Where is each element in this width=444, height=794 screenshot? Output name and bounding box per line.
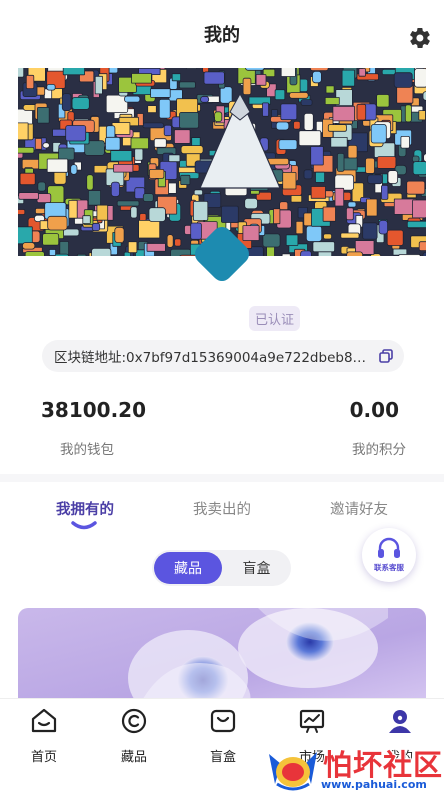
chain-address-text: 区块链地址:0x7bf97d15369004a9e722dbeb88c...	[54, 350, 370, 366]
customer-service-button[interactable]: 联系客服	[362, 528, 416, 582]
nav-home[interactable]: 首页	[14, 707, 74, 767]
copy-icon[interactable]	[378, 348, 394, 364]
watermark-url: www.pahuai.com	[321, 778, 427, 791]
customer-service-label: 联系客服	[374, 563, 404, 572]
wallet-balance[interactable]: 38100.20	[41, 398, 146, 422]
segment-blind-box[interactable]: 盲盒	[224, 552, 289, 584]
nav-blind-box-label: 盲盒	[209, 750, 236, 765]
section-divider	[0, 474, 444, 482]
nav-home-label: 首页	[30, 750, 57, 765]
trend-chart-icon	[299, 709, 325, 733]
watermark-logo-icon	[269, 752, 317, 791]
nav-collectibles-label: 藏品	[120, 750, 147, 765]
item-type-switch: 藏品 盲盒	[152, 550, 291, 586]
home-icon	[31, 708, 57, 733]
nav-collectibles[interactable]: 藏品	[104, 707, 164, 767]
segment-collectibles[interactable]: 藏品	[154, 552, 222, 584]
verified-badge: 已认证	[249, 306, 301, 331]
user-icon	[389, 710, 411, 733]
active-tab-indicator	[71, 521, 97, 530]
top-bar: 我的	[0, 0, 444, 68]
nav-blind-box[interactable]: 盲盒	[193, 707, 253, 767]
tab-owned[interactable]: 我拥有的	[56, 498, 114, 519]
page-title: 我的	[204, 25, 240, 46]
headset-icon	[378, 537, 400, 558]
collectible-image	[18, 608, 426, 708]
avatar[interactable]	[186, 218, 258, 290]
copyright-icon	[121, 708, 147, 734]
tab-sold[interactable]: 我卖出的	[193, 498, 251, 519]
tab-invite-friends[interactable]: 邀请好友	[330, 498, 388, 519]
points-balance[interactable]: 0.00	[350, 398, 399, 422]
gear-icon[interactable]	[408, 26, 432, 50]
collection-tabs: 我拥有的 我卖出的 邀请好友	[0, 494, 444, 534]
site-watermark: 怕坏社区 www.pahuai.com	[263, 742, 444, 794]
bag-icon	[210, 709, 236, 733]
chain-address-bar: 区块链地址:0x7bf97d15369004a9e722dbeb88c...	[42, 340, 404, 372]
points-label[interactable]: 我的积分	[352, 438, 406, 458]
collectible-card[interactable]	[18, 608, 426, 708]
wallet-label[interactable]: 我的钱包	[60, 438, 114, 458]
